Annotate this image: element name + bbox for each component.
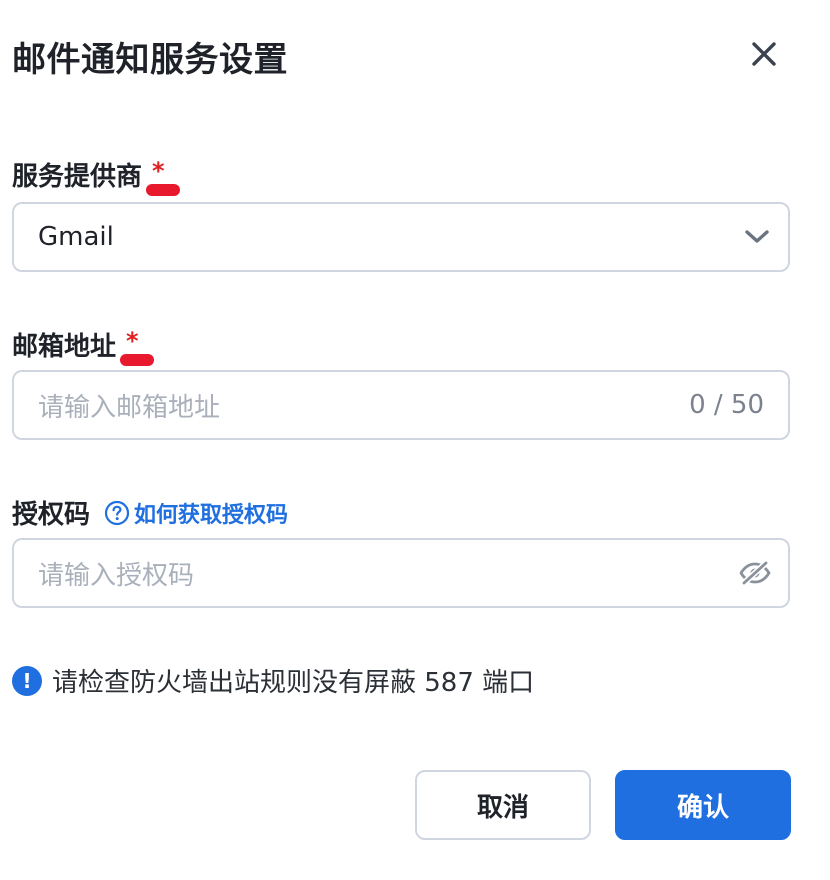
info-exclamation-icon: ! [12, 665, 42, 696]
eye-off-icon [739, 560, 771, 586]
dialog-title: 邮件通知服务设置 [12, 40, 288, 80]
firewall-notice-text: 请检查防火墙出站规则没有屏蔽 587 端口 [52, 668, 535, 698]
email-label: 邮箱地址 * [12, 326, 155, 366]
close-button[interactable] [740, 30, 788, 78]
provider-label: 服务提供商 * [12, 156, 181, 196]
required-indicator: * [146, 157, 181, 196]
provider-selected-value: Gmail [38, 222, 114, 252]
required-star: * [152, 156, 165, 185]
provider-label-text: 服务提供商 [12, 162, 143, 192]
auth-code-help-text: 如何获取授权码 [134, 502, 289, 528]
firewall-notice: ! 请检查防火墙出站规则没有屏蔽 587 端口 [12, 662, 534, 699]
question-circle-icon [104, 500, 130, 525]
auth-code-label: 授权码 如何获取授权码 [12, 494, 288, 531]
email-input[interactable]: 请输入邮箱地址 0 / 50 [12, 370, 790, 440]
required-highlight [146, 183, 181, 196]
email-placeholder: 请输入邮箱地址 [38, 392, 221, 423]
password-visibility-toggle[interactable] [738, 560, 772, 586]
close-icon [752, 42, 776, 66]
required-indicator: * [120, 327, 155, 366]
cancel-button[interactable]: 取消 [415, 770, 591, 840]
confirm-button[interactable]: 确认 [615, 770, 791, 840]
provider-select[interactable]: Gmail [12, 202, 790, 272]
required-star: * [126, 326, 139, 355]
email-label-text: 邮箱地址 [12, 332, 117, 362]
auth-code-placeholder: 请输入授权码 [38, 560, 195, 591]
required-highlight [120, 353, 155, 366]
auth-code-input[interactable]: 请输入授权码 [12, 538, 790, 608]
auth-code-label-text: 授权码 [12, 500, 91, 530]
email-char-counter: 0 / 50 [689, 390, 764, 420]
auth-code-help-link[interactable]: 如何获取授权码 [104, 497, 288, 529]
chevron-down-icon [745, 230, 769, 243]
